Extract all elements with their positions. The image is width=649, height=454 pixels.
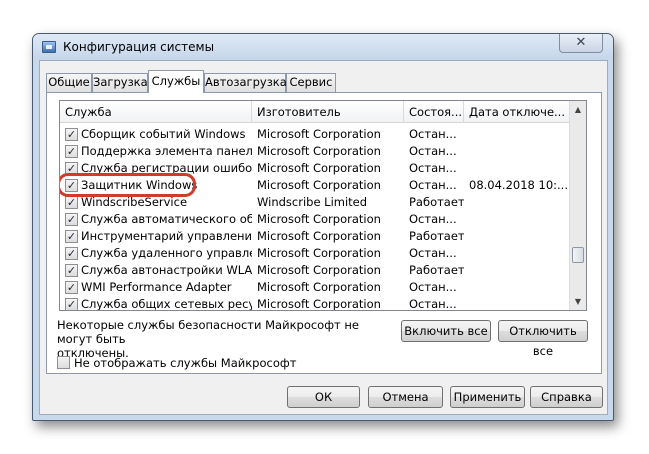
service-manufacturer: Microsoft Corporation (257, 161, 381, 175)
service-status: Остан... (409, 161, 457, 175)
tab-general[interactable]: Общие (46, 73, 92, 92)
service-name: WindscribeService (81, 195, 188, 209)
service-row[interactable]: ✓Служба автоматического обн... Microsoft … (60, 211, 586, 228)
service-checkbox[interactable]: ✓ (65, 213, 78, 226)
service-checkbox[interactable]: ✓ (65, 162, 78, 175)
system-configuration-window: Конфигурация системы ✕ Общие Загрузка Сл… (32, 33, 614, 421)
window-title: Конфигурация системы (63, 40, 215, 54)
tab-services[interactable]: Службы (148, 70, 204, 93)
service-status: Остан... (409, 127, 457, 141)
service-manufacturer: Microsoft Corporation (257, 178, 381, 192)
service-name: WMI Performance Adapter (81, 280, 232, 294)
service-date-disabled (469, 211, 569, 228)
service-manufacturer: Microsoft Corporation (257, 297, 381, 311)
hide-microsoft-services-checkbox[interactable] (57, 356, 70, 369)
service-manufacturer: Microsoft Corporation (257, 229, 381, 243)
security-services-note-line1: Некоторые службы безопасности Майкрософт… (57, 318, 359, 346)
column-header-date-disabled[interactable]: Дата отключе... (464, 101, 570, 123)
service-checkbox[interactable]: ✓ (65, 281, 78, 294)
service-date-disabled (469, 143, 569, 160)
service-date-disabled (469, 126, 569, 143)
service-manufacturer: Microsoft Corporation (257, 280, 381, 294)
service-row[interactable]: ✓ WMI Performance Adapter Microsoft Corpor… (60, 279, 586, 296)
service-status: Остан... (409, 144, 457, 158)
service-row[interactable]: ✓Инструментарий управления ... Microsoft … (60, 228, 586, 245)
service-checkbox[interactable]: ✓ (65, 264, 78, 277)
service-status: Остан... (409, 246, 457, 260)
services-tab-panel: Служба Изготовитель Состоя... Дата отклю… (46, 92, 602, 374)
dialog-client-area: Общие Загрузка Службы Автозагрузка Серви… (39, 60, 608, 415)
service-manufacturer: Microsoft Corporation (257, 212, 381, 226)
column-header-manufacturer[interactable]: Изготовитель (252, 101, 404, 123)
service-row[interactable]: ✓Служба удаленного управлен... Microsoft … (60, 245, 586, 262)
service-manufacturer: Windscribe Limited (257, 195, 368, 209)
service-row[interactable]: ✓Служба общих сетевых ресур... Microsoft … (60, 296, 586, 311)
services-list[interactable]: Служба Изготовитель Состоя... Дата отклю… (59, 100, 587, 311)
service-date-disabled (469, 160, 569, 177)
service-manufacturer: Microsoft Corporation (257, 127, 381, 141)
help-button[interactable]: Справка (530, 386, 603, 408)
scroll-up-arrow-icon[interactable]: ▲ (570, 101, 586, 118)
title-bar[interactable]: Конфигурация системы ✕ (33, 34, 613, 60)
service-date-disabled (469, 194, 569, 211)
service-row[interactable]: ✓ Защитник Windows Microsoft Corporation Ос… (60, 177, 586, 194)
service-manufacturer: Microsoft Corporation (257, 263, 381, 277)
column-header-status[interactable]: Состоя... (404, 101, 464, 123)
service-name: Служба регистрации ошибок ... (81, 161, 252, 175)
enable-all-button[interactable]: Включить все (401, 320, 491, 342)
service-checkbox[interactable]: ✓ (65, 196, 78, 209)
service-status: Работает (409, 229, 464, 243)
cancel-button[interactable]: Отмена (368, 386, 443, 408)
tab-startup[interactable]: Автозагрузка (204, 73, 287, 92)
services-list-header: Служба Изготовитель Состоя... Дата отклю… (60, 101, 586, 123)
service-name: Служба автонастройки WLAN (81, 263, 252, 277)
disable-all-button[interactable]: Отключить все (498, 320, 588, 358)
service-name: Служба автоматического обн... (81, 212, 252, 226)
ok-button[interactable]: ОК (287, 386, 360, 408)
service-name: Поддержка элемента панели ... (81, 144, 252, 158)
security-services-note: Некоторые службы безопасности Майкрософт… (57, 318, 397, 360)
service-row[interactable]: ✓Поддержка элемента панели ... Microsoft … (60, 143, 586, 160)
service-name: Служба удаленного управлен... (81, 246, 252, 260)
service-status: Работает (409, 263, 464, 277)
service-name: Сборщик событий Windows (81, 127, 246, 141)
tab-tools[interactable]: Сервис (286, 73, 336, 92)
service-row[interactable]: ✓Служба регистрации ошибок ... Microsoft … (60, 160, 586, 177)
service-date-disabled (469, 228, 569, 245)
service-manufacturer: Microsoft Corporation (257, 144, 381, 158)
apply-button[interactable]: Применить (450, 386, 525, 408)
service-checkbox[interactable]: ✓ (65, 145, 78, 158)
service-date-disabled: 08.04.2018 10:... (469, 178, 568, 192)
service-manufacturer: Microsoft Corporation (257, 246, 381, 260)
service-name: Защитник Windows (81, 178, 198, 192)
service-status: Остан... (409, 297, 457, 311)
service-row[interactable]: ✓ WindscribeService Windscribe Limited Рабо… (60, 194, 586, 211)
service-name: Служба общих сетевых ресур... (81, 297, 252, 311)
service-checkbox[interactable]: ✓ (65, 128, 78, 141)
service-date-disabled (469, 245, 569, 262)
service-checkbox[interactable]: ✓ (65, 298, 78, 310)
service-checkbox[interactable]: ✓ (65, 230, 78, 243)
service-date-disabled (469, 279, 569, 296)
msconfig-app-icon (42, 41, 56, 53)
close-button[interactable]: ✕ (559, 34, 603, 53)
service-name: Инструментарий управления ... (81, 229, 252, 243)
hide-microsoft-services-label[interactable]: Не отображать службы Майкрософт (74, 355, 296, 371)
service-status: Остан... (409, 280, 457, 294)
service-status: Работает (409, 195, 464, 209)
tab-boot[interactable]: Загрузка (92, 73, 148, 92)
service-date-disabled (469, 262, 569, 279)
service-date-disabled (469, 296, 569, 310)
service-status: Остан... (409, 212, 457, 226)
service-checkbox[interactable]: ✓ (65, 247, 78, 260)
column-header-service[interactable]: Служба (60, 101, 252, 123)
scroll-thumb[interactable] (572, 247, 584, 263)
service-row[interactable]: ✓ Сборщик событий Windows Microsoft Corpor… (60, 126, 586, 143)
service-checkbox[interactable]: ✓ (65, 179, 78, 192)
vertical-scrollbar[interactable]: ▲ ▼ (569, 101, 586, 310)
service-row[interactable]: ✓ Служба автонастройки WLAN Microsoft Corp… (60, 262, 586, 279)
service-status: Остан... (409, 178, 457, 192)
scroll-down-arrow-icon[interactable]: ▼ (570, 293, 586, 310)
